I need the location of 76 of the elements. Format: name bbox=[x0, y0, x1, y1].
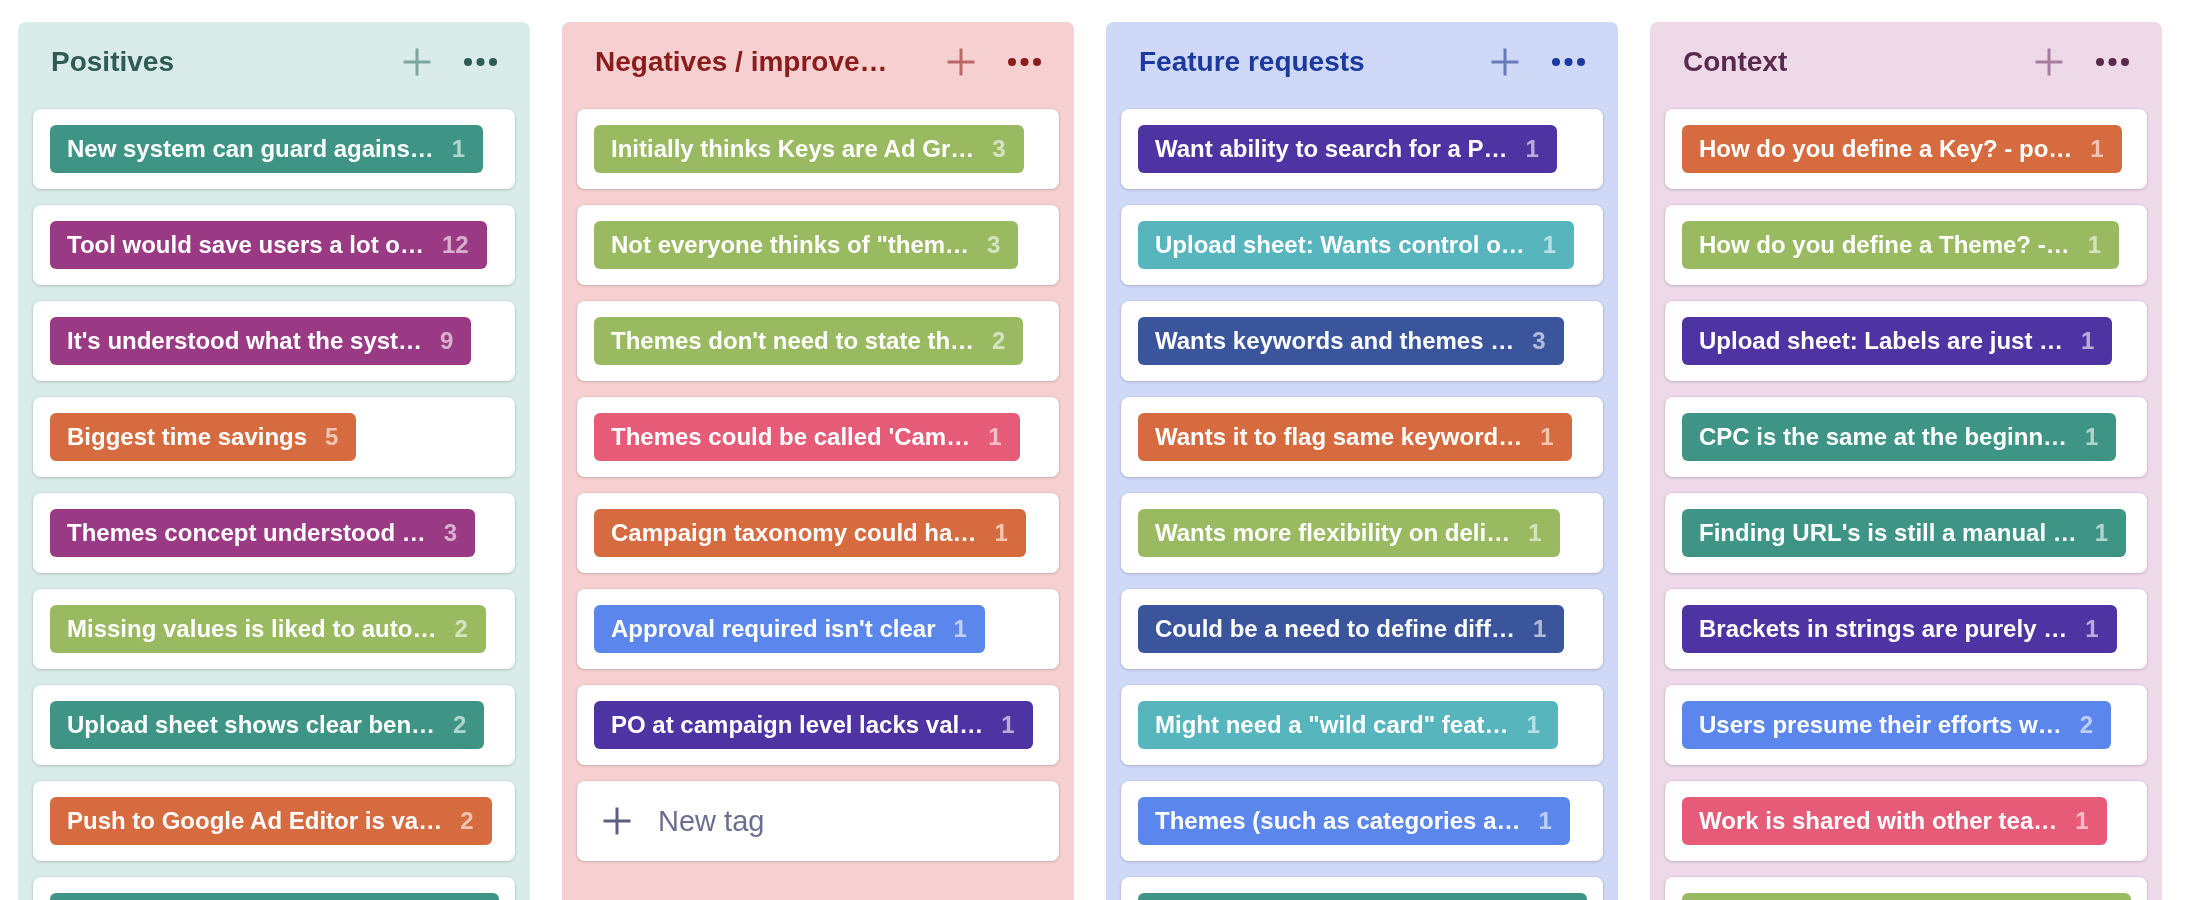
tag-count: 3 bbox=[992, 135, 1006, 163]
tag-count: 1 bbox=[953, 615, 967, 643]
tag-count: 2 bbox=[460, 807, 474, 835]
tag-count: 3 bbox=[443, 519, 458, 547]
tag-chip[interactable]: How do you define a Key? - po… 1 bbox=[1682, 125, 2122, 173]
plus-icon[interactable] bbox=[2035, 48, 2063, 76]
tag-chip[interactable]: Not everyone thinks of "them… 3 bbox=[594, 221, 1019, 269]
tag-count: 1 bbox=[1526, 711, 1540, 739]
tag-chip[interactable]: Wants more flexibility on deli… 1 bbox=[1138, 509, 1560, 557]
tag-count: 12 bbox=[441, 231, 469, 259]
column-title: Positives bbox=[51, 46, 175, 78]
tag-count: 1 bbox=[2081, 327, 2095, 355]
tag-chip[interactable]: It's understood what the syst… 9 bbox=[50, 317, 472, 365]
column-title: Context bbox=[1683, 46, 1789, 78]
tag-chip[interactable]: New system can guard agains… 1 bbox=[50, 125, 484, 173]
tag-count: 1 bbox=[2085, 423, 2099, 451]
tag-count: 1 bbox=[994, 519, 1008, 547]
tag-count: 1 bbox=[1540, 423, 1554, 451]
tag-count: 3 bbox=[1532, 327, 1546, 355]
tag-count: 9 bbox=[440, 327, 454, 355]
tag-count: 2 bbox=[992, 327, 1006, 355]
tag-chip[interactable]: Upload sheet: Labels are just … 1 bbox=[1682, 317, 2113, 365]
tag-count: 1 bbox=[451, 135, 466, 163]
tag-chip[interactable]: Work is shared with other tea… 1 bbox=[1682, 797, 2107, 845]
tag-chip[interactable]: Biggest time savings 5 bbox=[50, 413, 357, 461]
tag-chip[interactable]: Wants it to flag same keyword… 1 bbox=[1138, 413, 1572, 461]
tag-count: 1 bbox=[1001, 711, 1015, 739]
plus-icon bbox=[603, 807, 631, 835]
tag-count: 1 bbox=[1528, 519, 1542, 547]
tag-chip[interactable]: How do you define a Theme? -… 1 bbox=[1682, 221, 2120, 269]
tag-count: 2 bbox=[454, 615, 468, 643]
more-icon[interactable] bbox=[464, 58, 497, 66]
column-title: Negatives / improve… bbox=[595, 46, 889, 78]
plus-icon[interactable] bbox=[403, 48, 431, 76]
tag-chip[interactable]: Upload sheet shows clear ben… 2 bbox=[50, 701, 485, 749]
new-tag-button[interactable]: New tag bbox=[577, 781, 1059, 861]
tag-count: 3 bbox=[987, 231, 1001, 259]
tag-count: 1 bbox=[988, 423, 1002, 451]
column-title: Feature requests bbox=[1139, 46, 1366, 78]
tag-count: 2 bbox=[2079, 711, 2094, 739]
tag-chip[interactable]: Themes don't need to state th… 2 bbox=[594, 317, 1024, 365]
tag-chip[interactable]: Push to Google Ad Editor is va… 2 bbox=[50, 797, 492, 845]
tag-count: 1 bbox=[1533, 615, 1547, 643]
tag-chip[interactable]: Could be a need to define diff… 1 bbox=[1138, 605, 1565, 653]
plus-icon[interactable] bbox=[947, 48, 975, 76]
tag-chip[interactable]: Missing values is liked to auto… 2 bbox=[50, 605, 486, 653]
tag-chip[interactable]: Finding URL's is still a manual … 1 bbox=[1682, 509, 2127, 557]
tag-count: 1 bbox=[2075, 807, 2089, 835]
tag-chip[interactable]: PO at campaign level lacks val… 1 bbox=[594, 701, 1033, 749]
more-icon[interactable] bbox=[1008, 58, 1041, 66]
plus-icon[interactable] bbox=[1491, 48, 1519, 76]
tag-count: 5 bbox=[325, 423, 339, 451]
tag-count: 1 bbox=[2087, 231, 2102, 259]
tag-count: 1 bbox=[1538, 807, 1552, 835]
tag-chip[interactable]: Campaign taxonomy could ha… 1 bbox=[594, 509, 1026, 557]
tag-chip[interactable]: Might need a "wild card" feat… 1 bbox=[1138, 701, 1558, 749]
tag-count: 1 bbox=[1525, 135, 1539, 163]
tag-chip[interactable]: Want ability to search for a P… 1 bbox=[1138, 125, 1557, 173]
more-icon[interactable] bbox=[2096, 58, 2129, 66]
tag-chip[interactable]: CPC is the same at the beginn… 1 bbox=[1682, 413, 2117, 461]
tag-chip[interactable]: Themes concept understood … 3 bbox=[50, 509, 476, 557]
tag-chip[interactable]: Themes (such as categories a… 1 bbox=[1138, 797, 1570, 845]
tag-chip[interactable]: Approval required isn't clear 1 bbox=[594, 605, 985, 653]
tag-chip[interactable]: Initially thinks Keys are Ad Gr… 3 bbox=[594, 125, 1024, 173]
tag-chip[interactable]: Wants keywords and themes … 3 bbox=[1138, 317, 1564, 365]
tag-chip[interactable]: Themes could be called 'Cam… 1 bbox=[594, 413, 1020, 461]
tag-count: 1 bbox=[2085, 615, 2099, 643]
tag-chip[interactable]: Upload sheet: Wants control o… 1 bbox=[1138, 221, 1575, 269]
tag-count: 1 bbox=[2090, 135, 2104, 163]
tag-chip[interactable]: Tool would save users a lot o… 12 bbox=[50, 221, 487, 269]
tag-count: 1 bbox=[1542, 231, 1557, 259]
tag-chip[interactable]: Brackets in strings are purely … 1 bbox=[1682, 605, 2117, 653]
tag-chip[interactable]: Users presume their efforts w… 2 bbox=[1682, 701, 2112, 749]
tag-count: 1 bbox=[2094, 519, 2109, 547]
more-icon[interactable] bbox=[1552, 58, 1585, 66]
tag-count: 2 bbox=[453, 711, 467, 739]
